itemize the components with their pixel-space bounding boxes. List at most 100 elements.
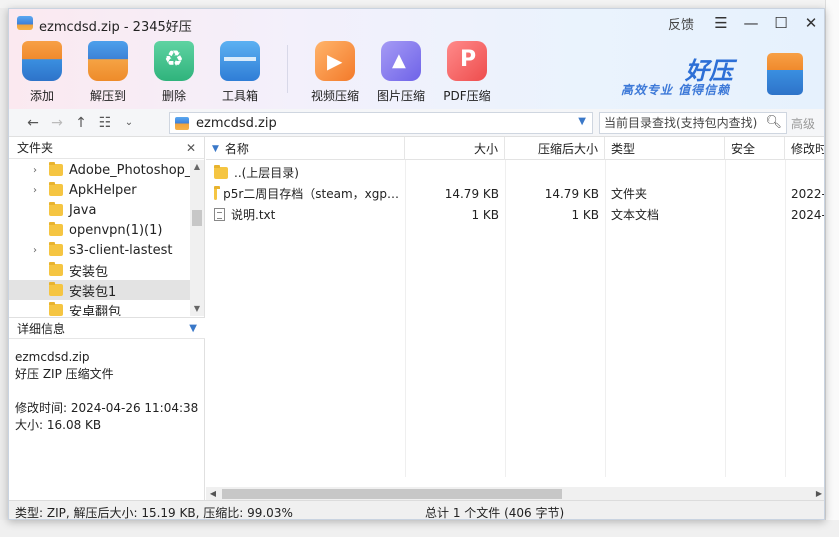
forward-arrow-icon[interactable]: → [45,111,69,135]
toolbar-divider [287,45,288,93]
back-arrow-icon[interactable]: ← [21,111,45,135]
table-row[interactable]: ..(上层目录) [206,162,824,183]
add-button[interactable]: 添加 [9,39,75,107]
tree-item-label: openvpn(1)(1) [69,222,163,238]
scroll-right-icon[interactable]: ▶ [812,487,824,501]
details-size: 大小: 16.08 KB [15,418,102,432]
column-name[interactable]: ▼ 名称 [206,137,405,160]
column-security[interactable]: 安全 [725,137,785,160]
tree-item[interactable]: › ApkHelper [9,180,205,200]
toolbox-button[interactable]: 工具箱 [207,39,273,107]
column-modified[interactable]: 修改时 [785,137,824,160]
feedback-link[interactable]: 反馈 [668,14,694,33]
close-button[interactable]: ✕ [796,9,824,37]
scroll-down-icon[interactable]: ▼ [190,302,204,316]
image-compress-icon [381,41,421,81]
tree-item[interactable]: 安卓翻包 [9,300,205,316]
details-collapse-icon[interactable]: ▼ [189,323,197,334]
image-compress-button-label: 图片压缩 [376,89,425,103]
search-icon[interactable]: 🔍︎ [765,115,782,130]
column-type[interactable]: 类型 [605,137,725,160]
folder-icon [214,185,221,200]
main-toolbar: 添加 解压到 删除 工具箱 视频压缩 图片压缩 [9,39,500,107]
tree-item-selected[interactable]: 安装包1 [9,280,205,300]
details-header[interactable]: 详细信息 ▼ [9,317,205,339]
table-row[interactable]: p5r二周目存档（steam，xgp… 14.79 KB 14.79 KB 文件… [206,183,824,204]
status-archive-info: 类型: ZIP, 解压后大小: 15.19 KB, 压缩比: 99.03% [15,506,293,520]
tree-item-label: ApkHelper [69,182,137,198]
address-bar: ← → ↑ ☷ ⌄ ezmcdsd.zip ▼ 🔍︎ 高级 [9,109,824,137]
tree-scrollbar[interactable]: ▲ ▼ [190,160,204,316]
scroll-up-icon[interactable]: ▲ [190,160,204,174]
tree-item[interactable]: › Adobe_Photoshop_ [9,160,205,180]
status-bar: 类型: ZIP, 解压后大小: 15.19 KB, 压缩比: 99.03% 总计… [9,500,824,520]
folders-header-title: 文件夹 [17,141,54,155]
delete-button-label: 删除 [161,89,186,103]
tree-item[interactable]: 安装包 [9,260,205,280]
archive-extract-icon [88,41,128,81]
file-list: ▼ 名称 大小 压缩后大小 类型 安全 修改时 ..(上层目录) p5r二周目存档… [206,137,824,501]
window-title: ezmcdsd.zip - 2345好压 [39,20,192,35]
pdf-compress-button-label: PDF压缩 [443,89,491,103]
video-compress-button-label: 视频压缩 [310,89,359,103]
toolbox-button-label: 工具箱 [221,89,258,103]
tree-item[interactable]: openvpn(1)(1) [9,220,205,240]
extract-to-button[interactable]: 解压到 [75,39,141,107]
desktop-background-right [825,0,839,537]
maximize-button[interactable]: ☐ [766,9,796,37]
column-compressed-size[interactable]: 压缩后大小 [505,137,605,160]
scroll-left-icon[interactable]: ◀ [206,487,220,501]
table-row[interactable]: 说明.txt 1 KB 1 KB 文本文档 2024- [206,204,824,225]
file-rows: ..(上层目录) p5r二周目存档（steam，xgp… 14.79 KB 14… [206,160,824,225]
delete-button[interactable]: 删除 [141,39,207,107]
tree-item-label: Java [69,202,97,218]
folder-icon [49,162,63,176]
menu-icon[interactable]: ☰ [706,9,736,37]
folder-icon [49,302,63,316]
expand-chevron-icon[interactable]: › [33,185,47,196]
path-field[interactable]: ezmcdsd.zip ▼ [169,112,593,134]
horizontal-scroll-thumb[interactable] [222,489,562,499]
column-size[interactable]: 大小 [405,137,505,160]
tree-item-label: s3-client-lastest [69,242,173,258]
folder-icon [49,222,63,236]
details-body: ezmcdsd.zip 好压 ZIP 压缩文件 修改时间: 2024-04-26… [15,349,198,434]
advanced-search-button[interactable]: 高级 [791,115,815,132]
details-filetype: 好压 ZIP 压缩文件 [15,367,114,381]
horizontal-scrollbar[interactable]: ◀ ▶ [206,487,824,501]
tree-item[interactable]: Java [9,200,205,220]
folder-icon [214,164,228,179]
extract-to-button-label: 解压到 [89,89,126,103]
row-type: 文件夹 [611,187,648,201]
path-text: ezmcdsd.zip [196,115,277,131]
tree-item[interactable]: › s3-client-lastest [9,240,205,260]
desktop-background-bottom [0,520,839,537]
app-logo-icon [17,16,33,30]
pdf-compress-button[interactable]: PDF压缩 [434,39,500,107]
view-mode-dropdown-icon[interactable]: ⌄ [117,111,141,135]
file-list-header: ▼ 名称 大小 压缩后大小 类型 安全 修改时 [206,137,824,160]
video-compress-button[interactable]: 视频压缩 [302,39,368,107]
up-arrow-icon[interactable]: ↑ [69,111,93,135]
folder-icon [49,282,63,296]
row-name: p5r二周目存档（steam，xgp… [223,187,399,201]
view-mode-icon[interactable]: ☷ [93,111,117,135]
tree-item-label: 安装包1 [69,284,117,300]
tree-item-label: 安卓翻包 [69,304,122,317]
search-input[interactable] [604,116,764,130]
image-compress-button[interactable]: 图片压缩 [368,39,434,107]
details-header-title: 详细信息 [17,321,66,336]
expand-chevron-icon[interactable]: › [33,165,47,176]
archive-add-icon [22,41,62,81]
folder-icon [49,182,63,196]
minimize-button[interactable]: — [736,9,766,37]
close-folders-icon[interactable]: ✕ [186,141,196,155]
recycle-bin-icon [154,41,194,81]
left-panel: 文件夹 ✕ › Adobe_Photoshop_ › ApkHelper Java … [9,137,205,500]
path-dropdown-icon[interactable]: ▼ [578,116,586,127]
row-type: 文本文档 [611,208,660,222]
folders-header: 文件夹 ✕ [9,137,204,159]
add-button-label: 添加 [29,89,54,103]
tree-scroll-thumb[interactable] [192,210,202,226]
expand-chevron-icon[interactable]: › [33,245,47,256]
